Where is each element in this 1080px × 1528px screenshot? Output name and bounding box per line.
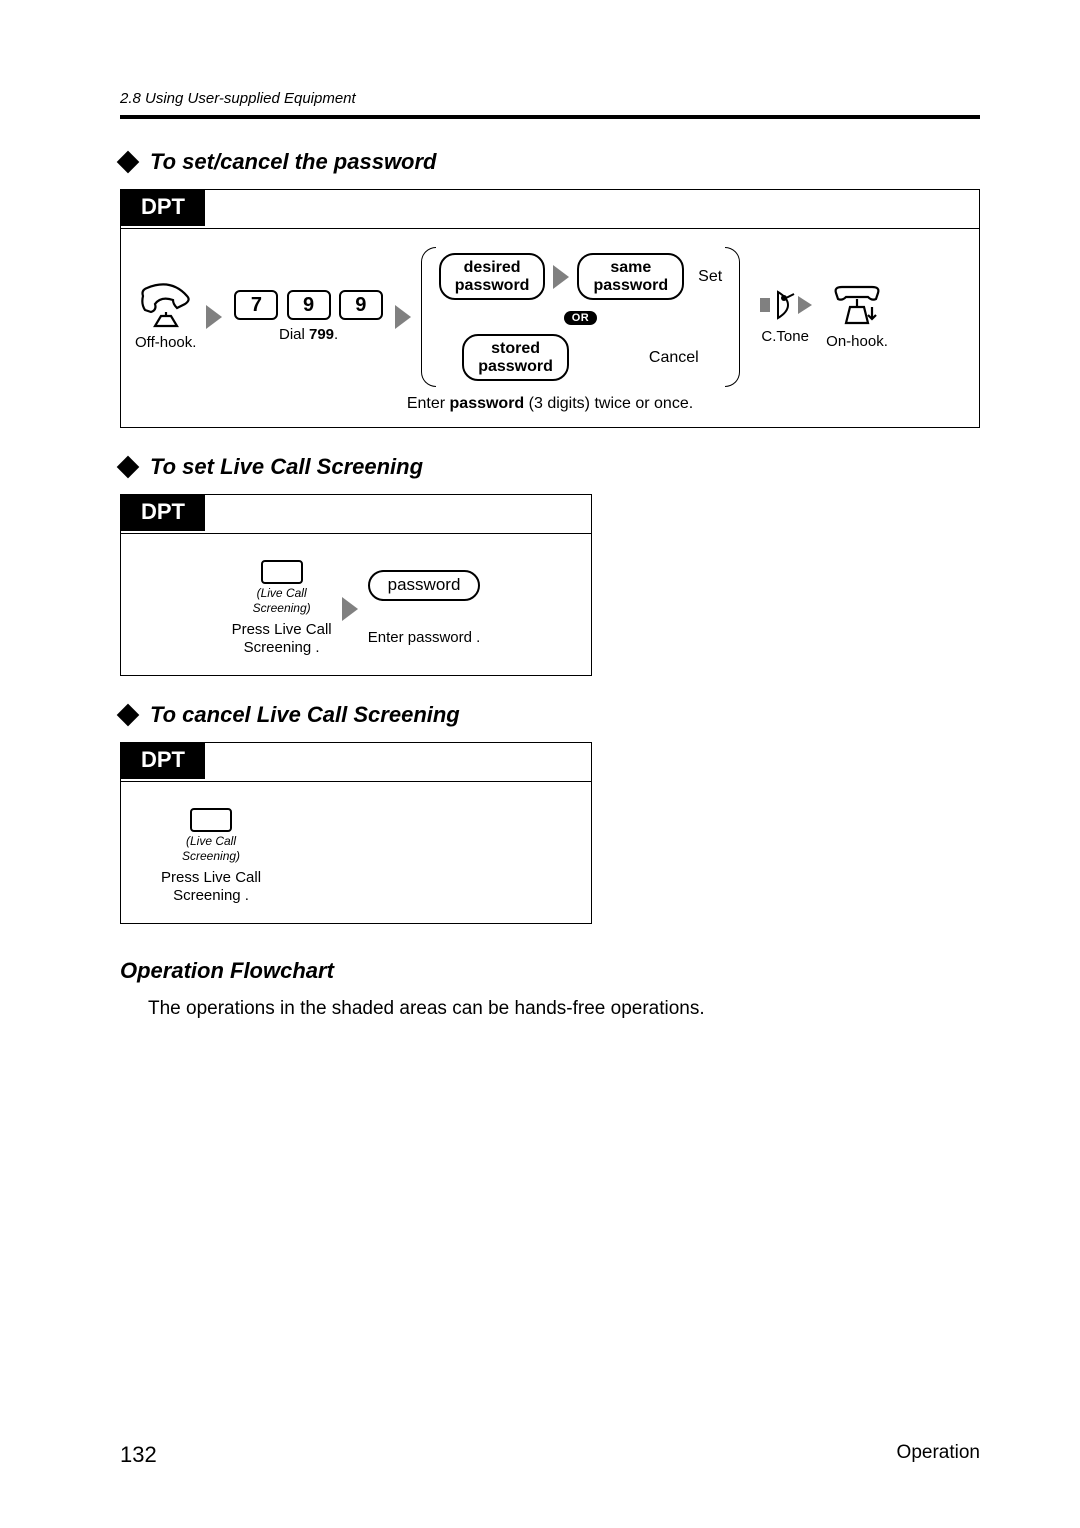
flowchart-cancel-lcs: DPT (Live CallScreening) Press Live Call… [120,742,592,924]
step-enter-password: password Enter password . [368,570,481,647]
flowchart-password: DPT Off-hook. 7 9 9 Dial 799. [120,189,980,428]
dpt-tab: DPT [121,743,205,779]
enter-password-caption: Enter password . [368,629,481,647]
step-ctone: C.Tone [758,288,812,346]
section-operation-flowchart: Operation Flowchart [120,958,980,984]
ctone-icon [758,288,812,322]
step-on-hook: On-hook. [826,283,888,351]
diamond-icon [117,456,140,479]
dpt-tab: DPT [121,495,205,531]
step-off-hook: Off-hook. [135,282,196,352]
ctone-label: C.Tone [761,328,809,346]
key-7: 7 [234,290,278,320]
diamond-icon [117,704,140,727]
diamond-icon [117,151,140,174]
button-shape-icon [190,808,232,832]
cancel-label: Cancel [649,349,699,367]
section-set-lcs: To set Live Call Screening [120,454,980,480]
section-set-cancel-password: To set/cancel the password [120,149,980,175]
flowchart-set-lcs: DPT (Live CallScreening) Press Live Call… [120,494,592,676]
step-press-lcs: (Live CallScreening) Press Live CallScre… [232,560,332,657]
section-title-text: To set/cancel the password [150,149,437,175]
arrow-icon [395,305,411,329]
section-title-text: Operation Flowchart [120,958,334,984]
step-press-lcs: (Live CallScreening) Press Live CallScre… [161,808,261,905]
pill-same-password: samepassword [577,253,684,300]
section-title-text: To cancel Live Call Screening [150,702,460,728]
password-note: Enter password (3 digits) twice or once. [121,395,979,427]
onhook-icon [828,283,886,327]
section-cancel-lcs: To cancel Live Call Screening [120,702,980,728]
page-number: 132 [120,1442,157,1468]
press-lcs-caption: Press Live CallScreening . [161,869,261,905]
button-shape-icon [261,560,303,584]
arrow-icon [206,305,222,329]
footer-label: Operation [897,1442,980,1468]
pill-desired-password: desiredpassword [439,253,546,300]
dial-label: Dial 799. [279,326,338,344]
key-9b: 9 [339,290,383,320]
arrow-icon [342,597,358,621]
offhook-label: Off-hook. [135,334,196,352]
section-title-text: To set Live Call Screening [150,454,423,480]
set-label: Set [698,268,722,286]
btn-lcs-label: (Live CallScreening) [253,586,311,615]
step-dial-799: 7 9 9 Dial 799. [232,290,384,344]
header-rule [120,115,980,119]
arrow-icon [553,265,569,289]
offhook-icon [137,282,195,328]
page-footer: 132 Operation [120,1442,980,1468]
or-badge: OR [564,311,598,325]
btn-lcs-label: (Live CallScreening) [182,834,240,863]
pill-stored-password: storedpassword [462,334,569,381]
bracket-right-icon [725,247,740,387]
page-header: 2.8 Using User-supplied Equipment [120,90,980,107]
key-9: 9 [287,290,331,320]
bracket-left-icon [421,247,436,387]
press-lcs-caption: Press Live CallScreening . [232,621,332,657]
pill-password: password [368,570,481,601]
dpt-tab: DPT [121,190,205,226]
onhook-label: On-hook. [826,333,888,351]
flowchart-note: The operations in the shaded areas can b… [148,998,980,1020]
